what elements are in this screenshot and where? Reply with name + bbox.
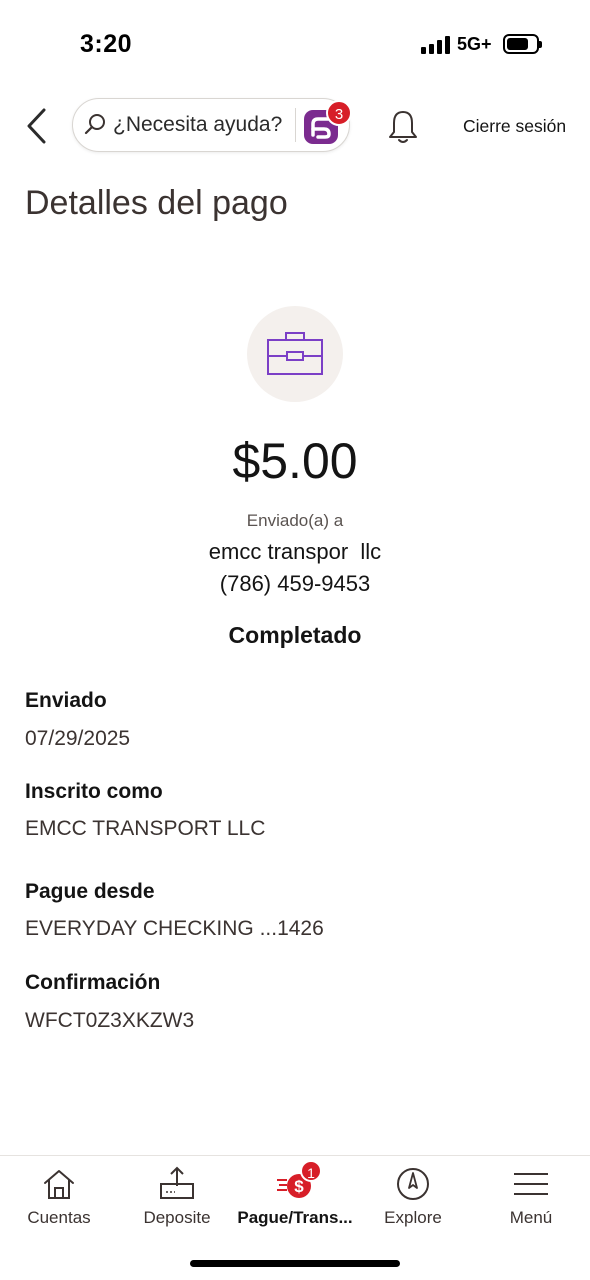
confirmation-label: Confirmación	[25, 971, 161, 994]
nav-label-deposite: Deposite	[143, 1208, 211, 1227]
logout-link[interactable]: Cierre sesión	[463, 116, 566, 137]
page-title: Detalles del pago	[25, 184, 288, 222]
payee-phone: (786) 459-9453	[219, 571, 371, 596]
back-button[interactable]	[20, 104, 56, 148]
sent-date-label: Enviado	[25, 689, 107, 712]
battery-icon	[503, 34, 542, 54]
confirmation-value: WFCT0Z3XKZW3	[25, 1009, 195, 1032]
hamburger-menu-icon	[514, 1173, 548, 1195]
svg-text:$: $	[294, 1177, 304, 1196]
payment-status: Completado	[228, 622, 362, 648]
enrolled-as-value: EMCC TRANSPORT LLC	[25, 817, 266, 840]
pay-from-label: Pague desde	[25, 880, 155, 903]
status-bar: 3:20 5G+	[0, 0, 590, 90]
nav-label-explore: Explore	[384, 1208, 442, 1227]
bell-icon[interactable]	[386, 108, 420, 146]
enrolled-as-label: Inscrito como	[25, 780, 163, 803]
search-placeholder: ¿Necesita ayuda?	[113, 113, 283, 136]
assistant-notification-badge: 3	[326, 100, 352, 126]
deposit-check-icon	[160, 1166, 194, 1199]
briefcase-icon	[267, 332, 323, 375]
compass-icon	[397, 1168, 429, 1200]
pay-transfer-badge: 1	[300, 1160, 322, 1182]
house-icon	[44, 1170, 74, 1199]
nav-label-menu: Menú	[509, 1208, 553, 1227]
nav-label-cuentas: Cuentas	[27, 1208, 91, 1227]
nav-item-explore[interactable]: Explore	[354, 1156, 472, 1236]
nav-label-pague-trans: Pague/Trans...	[237, 1208, 353, 1227]
payee-avatar	[247, 306, 343, 402]
payment-amount: $5.00	[232, 433, 358, 489]
chevron-left-icon	[27, 108, 46, 144]
search-icon	[84, 114, 105, 135]
home-indicator[interactable]	[190, 1260, 400, 1267]
status-time: 3:20	[80, 30, 133, 58]
signal-strength-icon	[421, 36, 451, 54]
nav-item-cuentas[interactable]: Cuentas	[0, 1156, 118, 1236]
payee-name: emcc transpor llc	[208, 539, 382, 564]
sent-to-label: Enviado(a) a	[246, 511, 344, 530]
search-divider	[295, 108, 296, 142]
nav-item-deposite[interactable]: Deposite	[118, 1156, 236, 1236]
network-type: 5G+	[457, 34, 492, 54]
pay-from-value: EVERYDAY CHECKING ...1426	[25, 917, 324, 940]
nav-item-pague-trans[interactable]: $ 1 Pague/Trans...	[236, 1156, 354, 1236]
sent-date-value: 07/29/2025	[25, 727, 131, 750]
nav-item-menu[interactable]: Menú	[472, 1156, 590, 1236]
